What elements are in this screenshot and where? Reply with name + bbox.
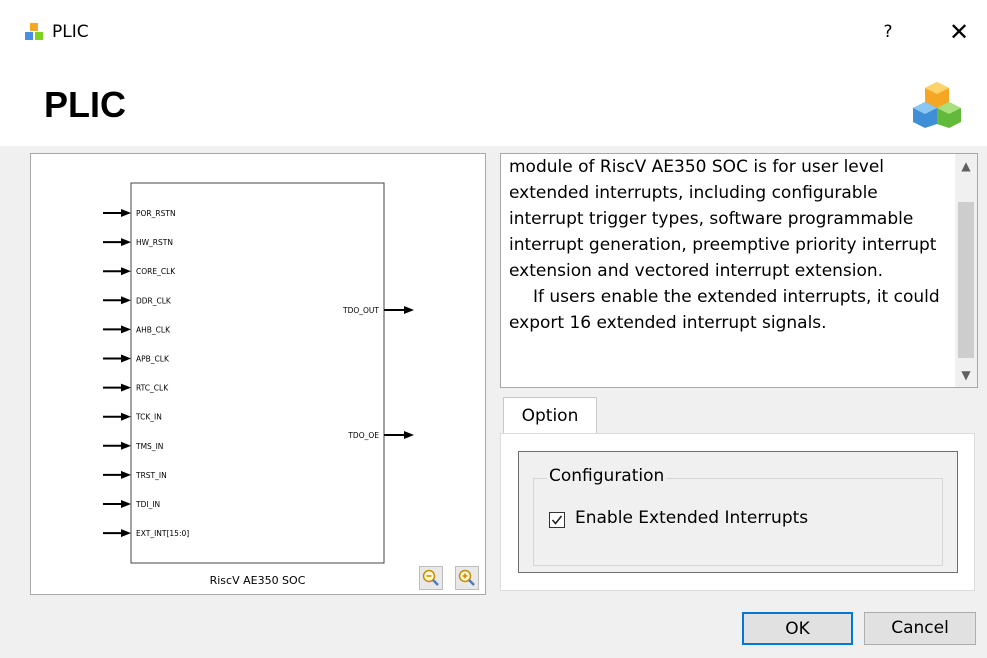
zoom-in-button[interactable] [455, 566, 479, 590]
enable-extended-interrupts-label[interactable]: Enable Extended Interrupts [575, 508, 808, 528]
input-pin-label: TCK_IN [135, 413, 162, 422]
input-pin-label: POR_RSTN [136, 209, 176, 218]
close-button[interactable]: ✕ [944, 20, 974, 44]
cubes-icon [25, 23, 43, 40]
input-pin-label: APB_CLK [136, 355, 170, 364]
input-pin-arrow [121, 267, 131, 276]
input-pin-arrow [121, 354, 131, 363]
help-button[interactable]: ? [876, 20, 900, 44]
option-tab-panel: Configuration Enable Extended Interrupts [500, 433, 975, 591]
tab-option[interactable]: Option [503, 397, 597, 434]
input-pin-label: TMS_IN [135, 442, 163, 451]
zoom-in-icon [458, 569, 475, 586]
input-pin-label: CORE_CLK [136, 267, 176, 276]
configuration-frame: Configuration Enable Extended Interrupts [518, 451, 958, 573]
description-text: module of RiscV AE350 SOC is for user le… [509, 154, 945, 336]
configuration-group-title: Configuration [547, 466, 667, 486]
input-pin-arrow [121, 383, 131, 392]
checkmark-icon [551, 515, 563, 525]
input-pin-arrow [121, 441, 131, 450]
block-diagram-panel: RiscV AE350 SOC POR_RSTN HW_RSTN CORE_CLK DD… [30, 153, 486, 595]
zoom-out-icon [422, 569, 439, 586]
input-pin-label: TDI_IN [135, 500, 160, 509]
description-scrollbar[interactable]: ▲ ▼ [955, 154, 977, 387]
input-pin-arrow [121, 412, 131, 421]
window-title: PLIC [52, 22, 89, 42]
input-pin-arrow [121, 470, 131, 479]
zoom-out-button[interactable] [419, 566, 443, 590]
input-pin-arrow [121, 209, 131, 217]
page-title: PLIC [44, 84, 127, 125]
input-pin-arrow [121, 529, 131, 538]
cubes-icon [913, 82, 961, 128]
input-pin-arrow [121, 325, 131, 334]
input-pin-arrow [121, 238, 131, 247]
input-pin-label: EXT_INT[15:0] [136, 529, 189, 538]
scroll-up-arrow-icon[interactable]: ▲ [955, 154, 977, 178]
dialog-header: PLIC [0, 64, 987, 146]
description-paragraph-1: module of RiscV AE350 SOC is for user le… [509, 157, 937, 281]
scroll-down-arrow-icon[interactable]: ▼ [955, 363, 977, 387]
input-pin-label: HW_RSTN [136, 238, 173, 247]
ok-button[interactable]: OK [742, 612, 853, 645]
input-pin-arrow [121, 500, 131, 508]
input-pin-label: TRST_IN [135, 471, 167, 480]
output-pin-label: TDO_OUT [342, 306, 379, 315]
block-diagram: RiscV AE350 SOC POR_RSTN HW_RSTN CORE_CLK DD… [103, 182, 414, 587]
output-pin-arrow [404, 431, 414, 439]
description-paragraph-2: If users enable the extended interrupts,… [509, 287, 940, 333]
input-pin-label: DDR_CLK [136, 296, 172, 305]
input-pin-label: AHB_CLK [136, 325, 171, 334]
output-pin-label: TDO_OE [347, 431, 379, 440]
title-bar: PLIC ? ✕ [0, 0, 987, 64]
block-name-label: RiscV AE350 SOC [210, 574, 306, 587]
input-pin-arrow [121, 296, 131, 305]
cancel-button[interactable]: Cancel [864, 612, 976, 645]
description-box[interactable]: module of RiscV AE350 SOC is for user le… [500, 153, 978, 388]
enable-extended-interrupts-checkbox[interactable] [549, 512, 565, 528]
scroll-thumb[interactable] [958, 202, 974, 358]
output-pin-arrow [404, 306, 414, 314]
input-pin-label: RTC_CLK [136, 384, 169, 393]
